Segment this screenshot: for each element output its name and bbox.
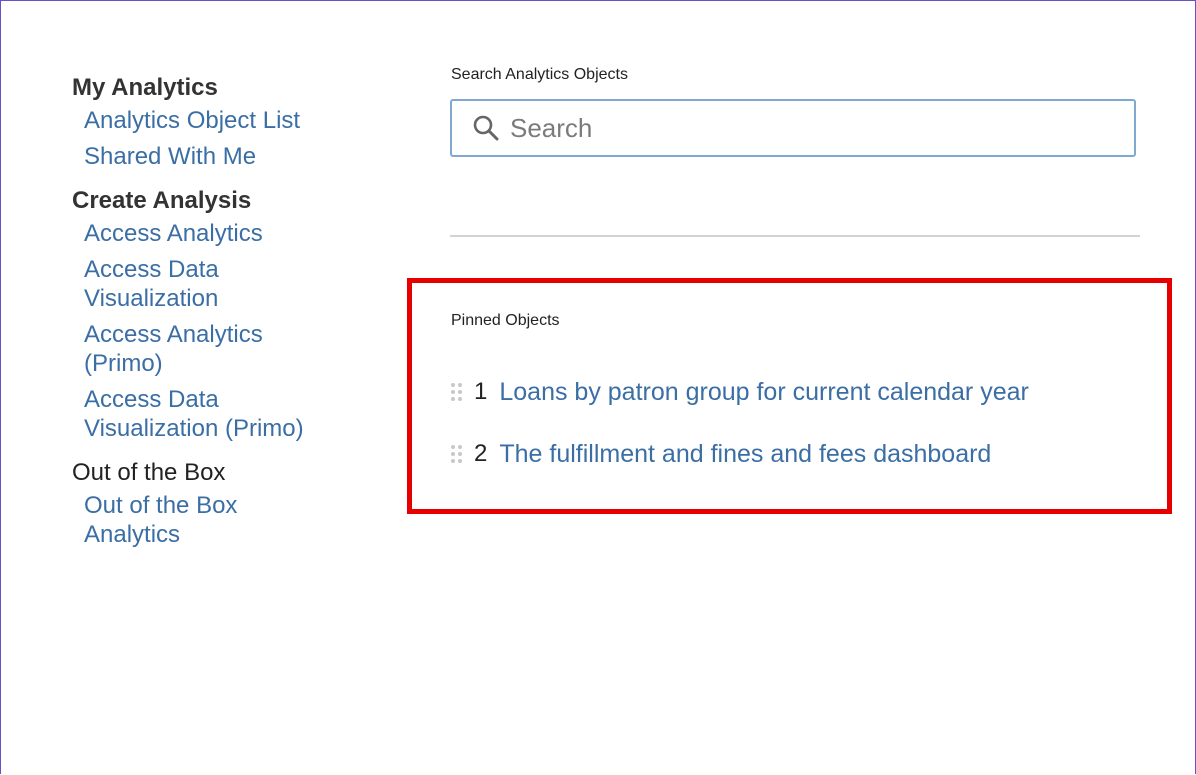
pinned-item-link[interactable]: The fulfillment and fines and fees dashb… (499, 440, 991, 469)
search-label: Search Analytics Objects (451, 66, 628, 83)
pinned-item: 1 Loans by patron group for current cale… (450, 370, 1190, 414)
nav-link-access-data-visualization[interactable]: Access Data Visualization (84, 255, 334, 313)
section-heading-my-analytics: My Analytics (72, 74, 218, 101)
search-box[interactable] (450, 99, 1136, 157)
search-input[interactable] (510, 112, 1134, 144)
drag-handle-icon[interactable] (450, 381, 464, 403)
pinned-item: 2 The fulfillment and fines and fees das… (450, 432, 1190, 476)
nav-link-access-data-visualization-primo[interactable]: Access Data Visualization (Primo) (84, 385, 334, 443)
sidebar: My Analytics Analytics Object List Share… (72, 72, 392, 563)
section-out-of-the-box: Out of the Box Out of the Box Analytics (72, 457, 392, 549)
pinned-list: 1 Loans by patron group for current cale… (450, 370, 1190, 494)
nav-link-access-analytics[interactable]: Access Analytics (84, 219, 334, 248)
nav-link-analytics-object-list[interactable]: Analytics Object List (84, 106, 334, 135)
nav-link-shared-with-me[interactable]: Shared With Me (84, 142, 334, 171)
pinned-item-link[interactable]: Loans by patron group for current calend… (499, 378, 1028, 407)
section-heading-create-analysis: Create Analysis (72, 187, 252, 214)
search-icon (473, 115, 499, 141)
section-create-analysis: Create Analysis Access Analytics Access … (72, 185, 392, 443)
pinned-objects-title: Pinned Objects (451, 312, 560, 329)
section-my-analytics: My Analytics Analytics Object List Share… (72, 72, 392, 171)
nav-link-out-of-the-box-analytics[interactable]: Out of the Box Analytics (84, 491, 334, 549)
pinned-item-number: 1 (474, 378, 488, 405)
pinned-item-number: 2 (474, 440, 488, 467)
section-heading-out-of-the-box: Out of the Box (72, 459, 226, 486)
divider (450, 235, 1140, 237)
drag-handle-icon[interactable] (450, 443, 464, 465)
nav-link-access-analytics-primo[interactable]: Access Analytics (Primo) (84, 320, 334, 378)
